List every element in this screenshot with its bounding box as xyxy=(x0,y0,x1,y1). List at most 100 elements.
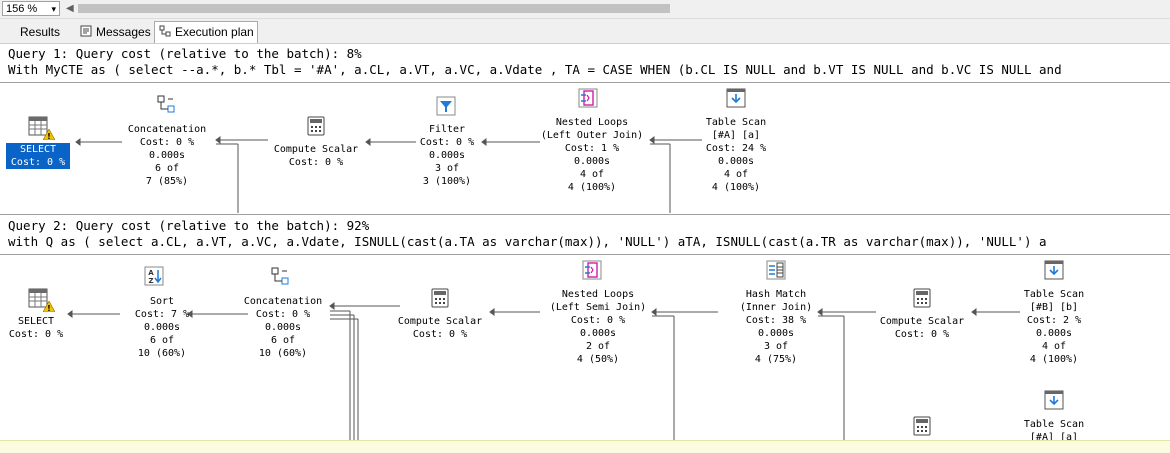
q1-compute-cost: Cost: 0 % xyxy=(288,157,344,168)
q2-table-scan-b-node[interactable]: Table Scan [#B] [b] Cost: 2 % 0.000s 4 o… xyxy=(1004,288,1104,366)
q2-hash-time: 0.000s xyxy=(757,328,795,339)
q1-filter-est: 3 (100%) xyxy=(422,176,472,187)
q1-filter-node[interactable]: Filter Cost: 0 % 0.000s 3 of 3 (100%) xyxy=(402,123,492,188)
nested-loops-icon[interactable] xyxy=(578,88,598,108)
q1-select-node[interactable]: SELECT Cost: 0 % xyxy=(6,143,70,169)
q1-concatenation-node[interactable]: Concatenation Cost: 0 % 0.000s 6 of 7 (8… xyxy=(110,123,224,188)
q1-table-scan-node[interactable]: Table Scan [#A] [a] Cost: 24 % 0.000s 4 … xyxy=(686,116,786,194)
q2-sort-node[interactable]: Sort Cost: 7 % 0.000s 6 of 10 (60%) xyxy=(110,295,214,360)
q2-nested-join: (Left Semi Join) xyxy=(549,302,647,313)
q2-compute-scalar-node[interactable]: Compute Scalar Cost: 0 % xyxy=(862,315,982,341)
compute-scalar-icon[interactable] xyxy=(306,116,326,136)
q2-concatenation-node[interactable]: Concatenation Cost: 0 % 0.000s 6 of 10 (… xyxy=(226,295,340,360)
q1-scan-rows: 4 of xyxy=(723,169,749,180)
q2-compute2-cost: Cost: 0 % xyxy=(894,329,950,340)
q2-nested-rows: 2 of xyxy=(585,341,611,352)
q2-sort-rows: 6 of xyxy=(149,335,175,346)
q2-concat-rows: 6 of xyxy=(270,335,296,346)
q1-scan-cost: Cost: 24 % xyxy=(705,143,767,154)
warning-icon: ! xyxy=(43,301,55,312)
q1-nested-time: 0.000s xyxy=(573,156,611,167)
q2-concat-cost: Cost: 0 % xyxy=(255,309,311,320)
q1-nested-rows: 4 of xyxy=(579,169,605,180)
nested-loops-icon[interactable] xyxy=(582,260,602,280)
q2-nested-op: Nested Loops xyxy=(561,289,635,300)
q1-nested-loops-node[interactable]: Nested Loops (Left Outer Join) Cost: 1 %… xyxy=(524,116,660,194)
q2-concat-est: 10 (60%) xyxy=(258,348,308,359)
q1-compute-scalar-node[interactable]: Compute Scalar Cost: 0 % xyxy=(256,143,376,169)
divider xyxy=(0,254,1170,255)
query2-header: Query 2: Query cost (relative to the bat… xyxy=(8,218,370,233)
q2-sort-time: 0.000s xyxy=(143,322,181,333)
q2-nested-est: 4 (50%) xyxy=(576,354,620,365)
q2-compute1-cost: Cost: 0 % xyxy=(412,329,468,340)
table-scan-icon[interactable] xyxy=(726,88,746,108)
q2-scanb-object: [#B] [b] xyxy=(1029,302,1079,313)
svg-text:!: ! xyxy=(47,304,51,312)
q2-nested-cost: Cost: 0 % xyxy=(570,315,626,326)
compute-scalar-icon[interactable] xyxy=(430,288,450,308)
filter-icon[interactable] xyxy=(436,96,456,116)
q1-nested-join: (Left Outer Join) xyxy=(540,130,644,141)
q2-hash-join: (Inner Join) xyxy=(739,302,813,313)
q1-filter-cost: Cost: 0 % xyxy=(419,137,475,148)
sort-icon[interactable]: AZ xyxy=(144,266,164,286)
q2-scanb-time: 0.000s xyxy=(1035,328,1073,339)
q1-concat-est: 7 (85%) xyxy=(145,176,189,187)
q2-scana-op: Table Scan xyxy=(1023,419,1085,430)
q2-sort-cost: Cost: 7 % xyxy=(134,309,190,320)
hash-match-icon[interactable] xyxy=(766,260,786,280)
q1-select-cost: Cost: 0 % xyxy=(6,156,70,169)
q2-hash-est: 4 (75%) xyxy=(754,354,798,365)
q2-compute-scalar-node[interactable]: Compute Scalar Cost: 0 % xyxy=(380,315,500,341)
divider xyxy=(0,214,1170,215)
concatenation-icon[interactable] xyxy=(156,94,176,114)
q2-compute1-op: Compute Scalar xyxy=(397,316,483,327)
q1-nested-op: Nested Loops xyxy=(555,117,629,128)
q2-sort-est: 10 (60%) xyxy=(137,348,187,359)
q2-compute2-op: Compute Scalar xyxy=(879,316,965,327)
q1-concat-rows: 6 of xyxy=(154,163,180,174)
q1-select-label: SELECT xyxy=(6,143,70,156)
q2-scanb-est: 4 (100%) xyxy=(1029,354,1079,365)
q1-filter-time: 0.000s xyxy=(428,150,466,161)
q1-scan-time: 0.000s xyxy=(717,156,755,167)
q2-hash-match-node[interactable]: Hash Match (Inner Join) Cost: 38 % 0.000… xyxy=(716,288,836,366)
warning-icon: ! xyxy=(43,129,55,140)
q2-scanb-rows: 4 of xyxy=(1041,341,1067,352)
q2-select-label: SELECT xyxy=(17,316,55,327)
q2-hash-op: Hash Match xyxy=(745,289,807,300)
compute-scalar-icon[interactable] xyxy=(912,416,932,436)
q2-concat-op: Concatenation xyxy=(243,296,323,307)
q2-scanb-cost: Cost: 2 % xyxy=(1026,315,1082,326)
q1-compute-op: Compute Scalar xyxy=(273,144,359,155)
q1-filter-rows: 3 of xyxy=(434,163,460,174)
q2-scanb-op: Table Scan xyxy=(1023,289,1085,300)
q2-select-node[interactable]: SELECT Cost: 0 % xyxy=(4,315,68,341)
q2-nested-loops-node[interactable]: Nested Loops (Left Semi Join) Cost: 0 % … xyxy=(530,288,666,366)
q1-scan-op: Table Scan xyxy=(705,117,767,128)
q2-hash-rows: 3 of xyxy=(763,341,789,352)
q2-sort-op: Sort xyxy=(149,296,175,307)
status-bar xyxy=(0,440,1170,453)
svg-text:!: ! xyxy=(47,132,51,140)
query2-sql: with Q as ( select a.CL, a.VT, a.VC, a.V… xyxy=(8,234,1047,249)
svg-text:A: A xyxy=(148,269,154,277)
concatenation-icon[interactable] xyxy=(270,266,290,286)
compute-scalar-icon[interactable] xyxy=(912,288,932,308)
table-scan-icon[interactable] xyxy=(1044,260,1064,280)
q1-scan-est: 4 (100%) xyxy=(711,182,761,193)
q1-nested-cost: Cost: 1 % xyxy=(564,143,620,154)
q2-select-cost: Cost: 0 % xyxy=(8,329,64,340)
svg-text:Z: Z xyxy=(148,277,153,285)
q2-concat-time: 0.000s xyxy=(264,322,302,333)
q2-nested-time: 0.000s xyxy=(579,328,617,339)
q1-scan-object: [#A] [a] xyxy=(711,130,761,141)
q1-concat-cost: Cost: 0 % xyxy=(139,137,195,148)
q1-concat-time: 0.000s xyxy=(148,150,186,161)
q1-filter-op: Filter xyxy=(428,124,466,135)
table-scan-icon[interactable] xyxy=(1044,390,1064,410)
q2-hash-cost: Cost: 38 % xyxy=(745,315,807,326)
q1-nested-est: 4 (100%) xyxy=(567,182,617,193)
q1-concat-op: Concatenation xyxy=(127,124,207,135)
